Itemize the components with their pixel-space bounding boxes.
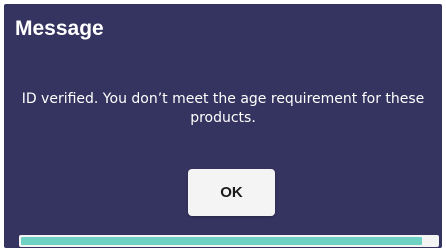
timeout-progress-bar xyxy=(19,235,439,247)
dialog-message: ID verified. You don’t meet the age requ… xyxy=(21,91,425,126)
dialog-title: Message xyxy=(15,17,104,40)
ok-button[interactable]: OK xyxy=(188,169,275,216)
message-dialog: Message ID verified. You don’t meet the … xyxy=(4,4,442,248)
progress-fill xyxy=(21,237,423,245)
